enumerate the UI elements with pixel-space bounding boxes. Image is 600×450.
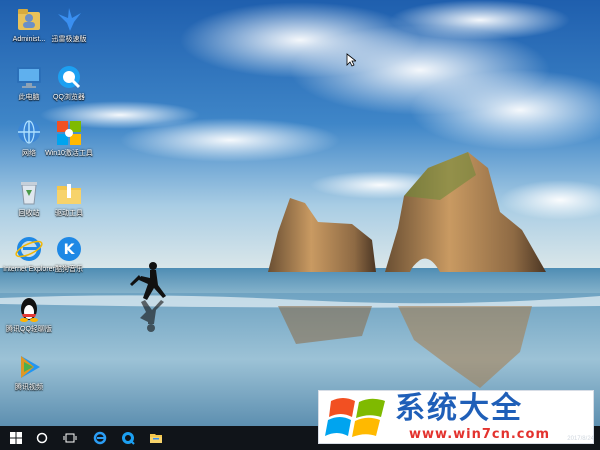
desktop-icon-label: 腾讯QQ轻聊版	[6, 326, 52, 333]
file-explorer-taskbar-button[interactable]	[142, 426, 170, 450]
edge-taskbar-button[interactable]	[86, 426, 114, 450]
task-view-icon	[63, 433, 77, 443]
desktop-icon-thunder[interactable]: 迅雷极速版	[40, 4, 98, 44]
desktop-icon-label: 腾讯视频	[15, 384, 43, 391]
file-explorer-icon	[150, 434, 162, 443]
qq-browser-taskbar-button[interactable]	[114, 426, 142, 450]
start-button[interactable]	[2, 426, 30, 450]
cortana-search-icon	[36, 432, 48, 444]
desktop-icon-win10-activator[interactable]: Win10激活工具	[40, 118, 98, 158]
cortana-button[interactable]	[28, 426, 56, 450]
svg-text:K: K	[64, 242, 76, 258]
win10-activator-icon	[54, 118, 84, 148]
folder-icon	[54, 178, 84, 208]
desktop-icon-qq[interactable]: 腾讯QQ轻聊版	[0, 294, 58, 334]
qq-browser-icon	[122, 432, 135, 445]
desktop-icon-qq-browser[interactable]: QQ浏览器	[40, 62, 98, 102]
watermark-date: 2017/8/24	[567, 436, 594, 442]
desktop-icon-label: 驱动工具	[55, 210, 83, 217]
windows-start-icon	[10, 432, 22, 444]
kugou-music-icon: K	[54, 234, 84, 264]
desktop-icon-label: 迅雷极速版	[51, 36, 87, 43]
mouse-cursor-icon	[346, 53, 356, 67]
watermark-title: 系统大全	[395, 391, 523, 426]
tencent-video-icon	[14, 352, 44, 382]
desktop-icon-label: QQ浏览器	[53, 94, 85, 101]
watermark-logo: 系统大全 www.win7cn.com	[318, 390, 594, 444]
task-view-button[interactable]	[56, 426, 84, 450]
desktop-icon-label: 酷狗音乐	[55, 266, 83, 273]
windows-flag-logo-icon	[325, 398, 385, 437]
qq-penguin-icon	[14, 294, 44, 324]
desktop-icon-label: Win10激活工具	[45, 150, 93, 157]
qq-browser-icon	[54, 62, 84, 92]
watermark-url: www.win7cn.com	[409, 427, 550, 442]
desktop-icon-tencent-video[interactable]: 腾讯视频	[0, 352, 58, 392]
desktop-icon-kugou[interactable]: K 酷狗音乐	[40, 234, 98, 274]
desktop-icon-driver-tools[interactable]: 驱动工具	[40, 178, 98, 218]
edge-icon	[93, 431, 107, 445]
thunder-bird-icon	[54, 4, 84, 34]
